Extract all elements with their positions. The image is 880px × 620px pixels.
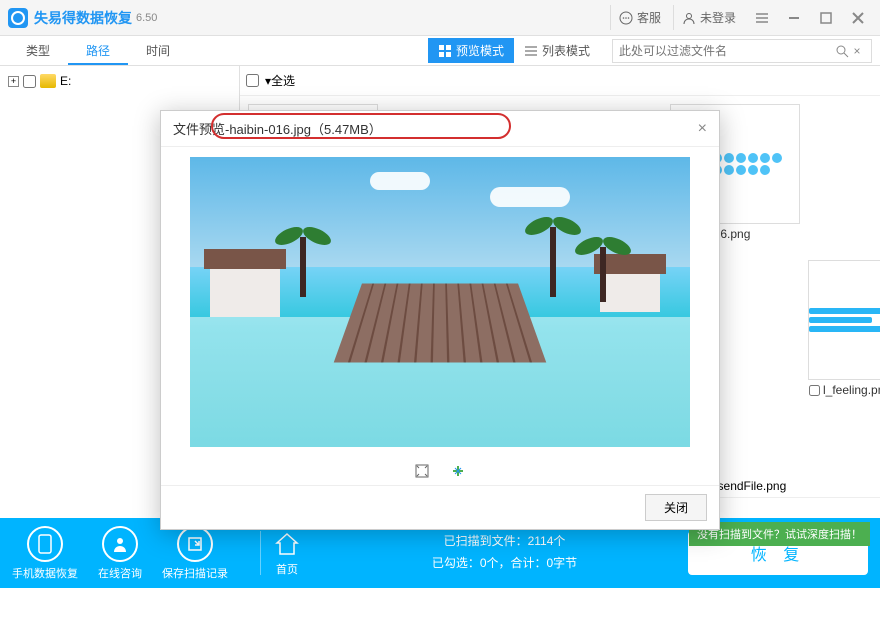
modal-close-button[interactable]: 关闭 [645, 494, 707, 521]
modal-close-x[interactable]: × [698, 120, 707, 138]
fit-screen-button[interactable] [414, 463, 430, 479]
modal-backdrop: 文件预览-haibin-016.jpg（5.47MB） × 关闭 [0, 0, 880, 620]
expand-icon [451, 464, 465, 478]
actual-size-button[interactable] [450, 463, 466, 479]
modal-title: 文件预览-haibin-016.jpg（5.47MB） [173, 119, 382, 138]
preview-modal: 文件预览-haibin-016.jpg（5.47MB） × 关闭 [160, 110, 720, 530]
fit-icon [415, 464, 429, 478]
preview-image [190, 157, 690, 447]
